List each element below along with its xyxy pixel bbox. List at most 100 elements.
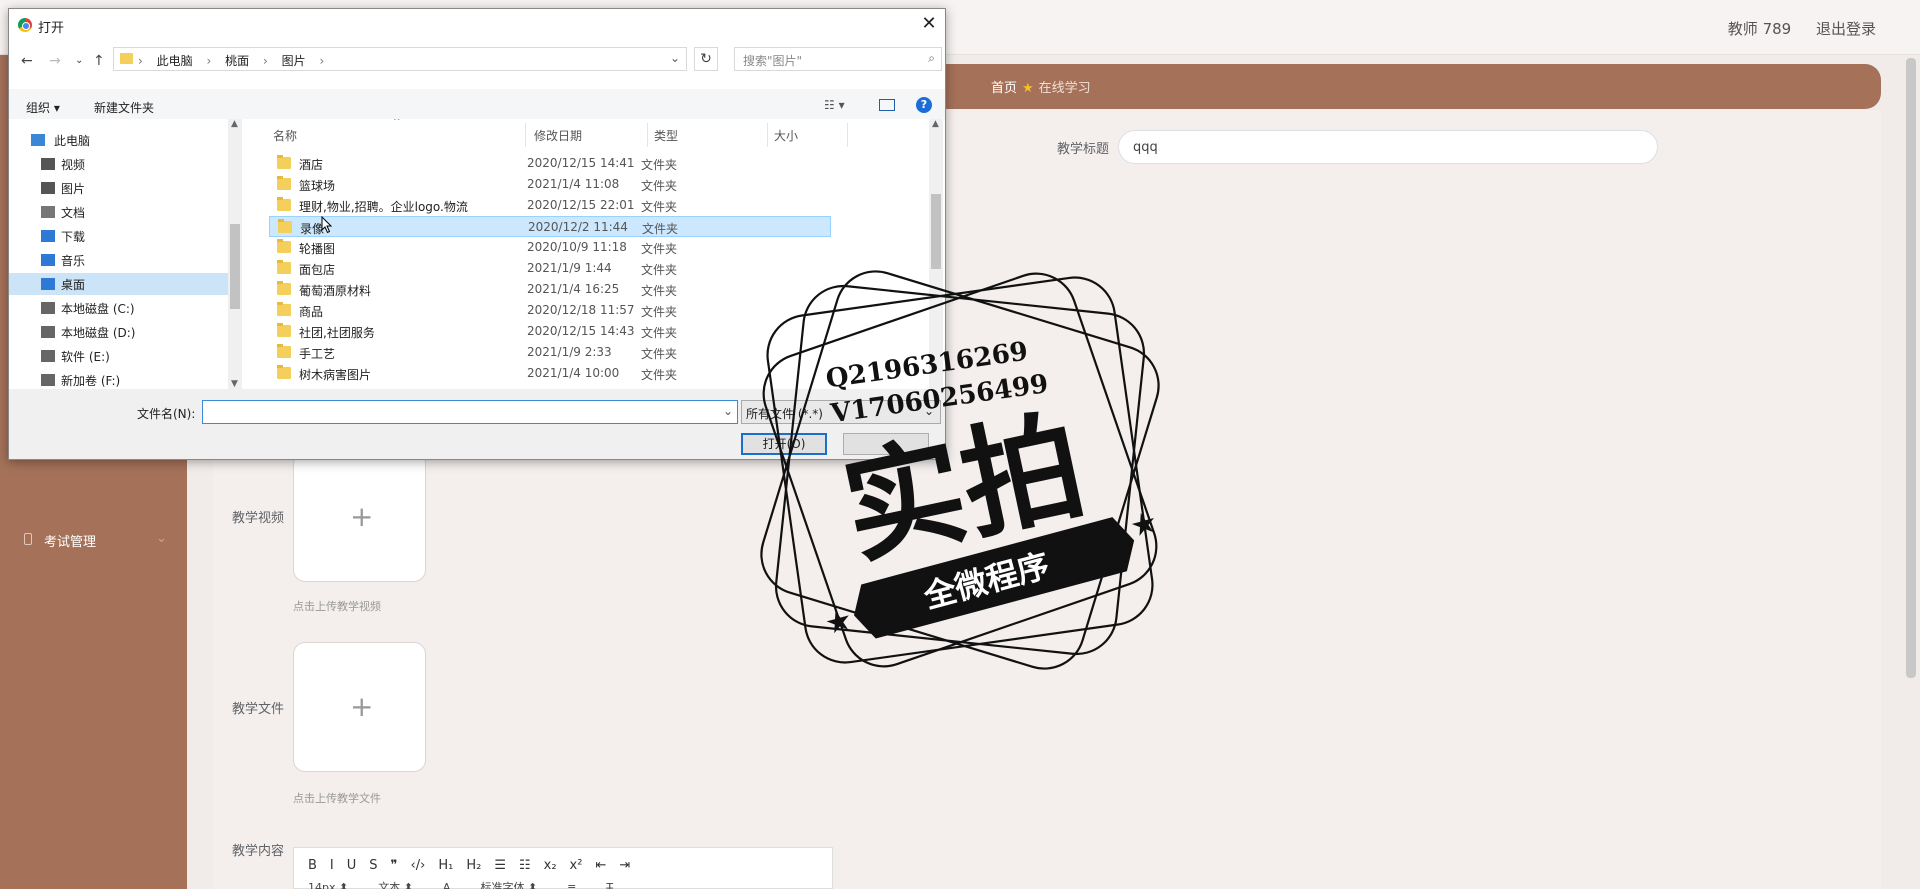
editor-tool-select[interactable]: A bbox=[443, 881, 451, 889]
editor-tool-button[interactable]: I bbox=[330, 858, 334, 873]
logout-link[interactable]: 退出登录 bbox=[1816, 20, 1876, 38]
column-date[interactable]: 修改日期 bbox=[534, 127, 582, 144]
column-size[interactable]: 大小 bbox=[774, 127, 798, 144]
tree-item[interactable]: 新加卷 (F:) bbox=[9, 369, 229, 389]
video-icon bbox=[41, 158, 55, 170]
tree-item[interactable]: 本地磁盘 (D:) bbox=[9, 321, 229, 343]
editor-tool-button[interactable]: ☷ bbox=[519, 858, 531, 873]
file-row[interactable]: 理财,物业,招聘。企业logo.物流 2020/12/15 22:01 文件夹 bbox=[269, 195, 831, 216]
editor-tool-select[interactable]: 14px ⬍ bbox=[308, 881, 348, 889]
editor-tool-button[interactable]: ⇤ bbox=[595, 858, 606, 873]
tree-item[interactable]: 音乐 bbox=[9, 249, 229, 271]
navigation-tree: 此电脑视频图片 文档 下载 音乐 桌面 本地磁盘 (C:) 本地磁盘 (D:) 软件 (E:)… bbox=[9, 119, 239, 389]
sidebar-item-exam[interactable]: 考试管理 ⌄ bbox=[0, 525, 187, 555]
file-name: 商品 bbox=[299, 305, 324, 319]
file-upload[interactable]: + bbox=[293, 642, 426, 772]
tree-item[interactable]: 桌面 bbox=[9, 273, 229, 295]
editor-tool-button[interactable]: x² bbox=[570, 858, 583, 873]
breadcrumb-home[interactable]: 首页 bbox=[991, 81, 1017, 96]
tree-item[interactable]: 此电脑 bbox=[9, 129, 229, 151]
tree-item-label: 视频 bbox=[61, 158, 86, 172]
address-crumb-pc[interactable]: 此电脑 bbox=[157, 54, 193, 68]
desktop-icon bbox=[41, 278, 55, 290]
editor-tool-select[interactable]: 文本 ⬍ bbox=[378, 881, 413, 889]
file-row[interactable]: 酒店 2020/12/15 14:41 文件夹 bbox=[269, 153, 831, 174]
refresh-button[interactable]: ↻ bbox=[694, 47, 718, 71]
tree-item[interactable]: 文档 bbox=[9, 201, 229, 223]
editor-tool-button[interactable]: H₂ bbox=[466, 858, 481, 873]
editor-tool-select[interactable]: T̶ bbox=[606, 881, 613, 889]
back-arrow-icon[interactable]: ← bbox=[21, 53, 33, 69]
view-options-icon[interactable]: ☷ ▾ bbox=[824, 98, 845, 112]
chevron-down-icon: ⌄ bbox=[156, 531, 167, 546]
file-name: 轮播图 bbox=[299, 242, 336, 256]
editor-tool-button[interactable]: H₁ bbox=[438, 858, 453, 873]
scroll-up-icon[interactable]: ▲ bbox=[932, 119, 939, 129]
tree-item[interactable]: 软件 (E:) bbox=[9, 345, 229, 367]
file-name: 手工艺 bbox=[299, 347, 336, 361]
file-hint: 点击上传教学文件 bbox=[293, 792, 381, 805]
tree-item[interactable]: 视频 bbox=[9, 153, 229, 175]
editor-tool-button[interactable]: S bbox=[369, 858, 377, 873]
editor-tool-button[interactable]: ❞ bbox=[391, 858, 398, 873]
file-name: 理财,物业,招聘。企业logo.物流 bbox=[299, 200, 468, 214]
file-date: 2021/1/4 11:08 bbox=[527, 177, 620, 191]
address-bar[interactable]: › 此电脑 › 桃面 › 图片 › ⌄ bbox=[113, 47, 687, 71]
chevron-down-icon[interactable]: ⌄ bbox=[670, 51, 680, 65]
file-type: 文件夹 bbox=[641, 326, 678, 340]
editor-tool-select[interactable]: ≡ bbox=[567, 881, 576, 889]
new-folder-button[interactable]: 新建文件夹 bbox=[94, 99, 154, 116]
address-crumb-pictures[interactable]: 图片 bbox=[282, 54, 306, 68]
recent-dropdown-icon[interactable]: ⌄ bbox=[75, 55, 83, 66]
editor-tool-button[interactable]: ‹/› bbox=[411, 858, 426, 873]
tree-item[interactable]: 图片 bbox=[9, 177, 229, 199]
scroll-up-icon[interactable]: ▲ bbox=[231, 119, 238, 129]
music-icon bbox=[41, 254, 55, 266]
organize-menu[interactable]: 组织 ▾ bbox=[26, 99, 60, 116]
preview-pane-icon[interactable] bbox=[879, 99, 895, 111]
column-type[interactable]: 类型 bbox=[654, 127, 678, 144]
forward-arrow-icon[interactable]: → bbox=[49, 53, 61, 69]
file-name: 酒店 bbox=[299, 158, 324, 172]
editor-tool-button[interactable]: ☰ bbox=[494, 858, 506, 873]
file-date: 2020/12/18 11:57 bbox=[527, 303, 635, 317]
tree-scrollbar[interactable]: ▲ ▼ bbox=[228, 119, 242, 389]
up-arrow-icon[interactable]: ↑ bbox=[93, 53, 105, 69]
chevron-right-icon: › bbox=[206, 54, 212, 68]
file-date: 2020/12/15 14:43 bbox=[527, 324, 635, 338]
file-row[interactable]: 篮球场 2021/1/4 11:08 文件夹 bbox=[269, 174, 831, 195]
tree-item[interactable]: 下载 bbox=[9, 225, 229, 247]
search-icon: ⌕ bbox=[928, 51, 935, 65]
page-scrollbar[interactable] bbox=[1906, 58, 1916, 678]
tree-scroll-thumb[interactable] bbox=[230, 224, 240, 309]
title-input[interactable]: qqq bbox=[1118, 130, 1658, 164]
filename-input[interactable]: ⌄ bbox=[202, 400, 738, 424]
command-bar: 组织 ▾ 新建文件夹 ☷ ▾ ? bbox=[9, 89, 945, 119]
editor-tool-button[interactable]: x₂ bbox=[544, 858, 557, 873]
column-name[interactable]: 名称 bbox=[273, 127, 297, 144]
drive-icon bbox=[41, 302, 55, 314]
chevron-down-icon[interactable]: ⌄ bbox=[723, 404, 733, 418]
help-icon[interactable]: ? bbox=[916, 97, 932, 113]
search-input[interactable]: 搜索"图片" ⌕ bbox=[734, 47, 942, 71]
editor-tool-button[interactable]: U bbox=[347, 858, 357, 873]
rich-text-editor[interactable]: B I U S ❞ ‹/› H₁ H₂ ☰ ☷ x₂ x² ⇤ ⇥ 14px ⬍ 文本 ⬍ A 标准字体 ⬍ ≡ T… bbox=[293, 847, 833, 889]
folder-icon bbox=[277, 197, 291, 211]
editor-tool-button[interactable]: B bbox=[308, 858, 317, 873]
scroll-down-icon[interactable]: ▼ bbox=[231, 379, 238, 389]
close-button[interactable]: ✕ bbox=[917, 13, 941, 37]
address-crumb-desktop[interactable]: 桃面 bbox=[225, 54, 249, 68]
editor-tool-button[interactable]: ⇥ bbox=[619, 858, 630, 873]
folder-icon bbox=[277, 155, 291, 169]
tree-item[interactable]: 本地磁盘 (C:) bbox=[9, 297, 229, 319]
folder-icon bbox=[277, 323, 291, 337]
video-upload[interactable]: + bbox=[293, 452, 426, 582]
chevron-right-icon: › bbox=[138, 54, 143, 68]
plus-icon: + bbox=[350, 500, 374, 533]
user-name[interactable]: 教师 789 bbox=[1728, 20, 1791, 38]
editor-tool-select[interactable]: 标准字体 ⬍ bbox=[480, 881, 537, 889]
file-row[interactable]: 录像 2020/12/2 11:44 文件夹 bbox=[269, 216, 831, 237]
drive-icon bbox=[41, 374, 55, 386]
file-name: 树木病害图片 bbox=[299, 368, 372, 382]
file-type: 文件夹 bbox=[641, 179, 678, 193]
